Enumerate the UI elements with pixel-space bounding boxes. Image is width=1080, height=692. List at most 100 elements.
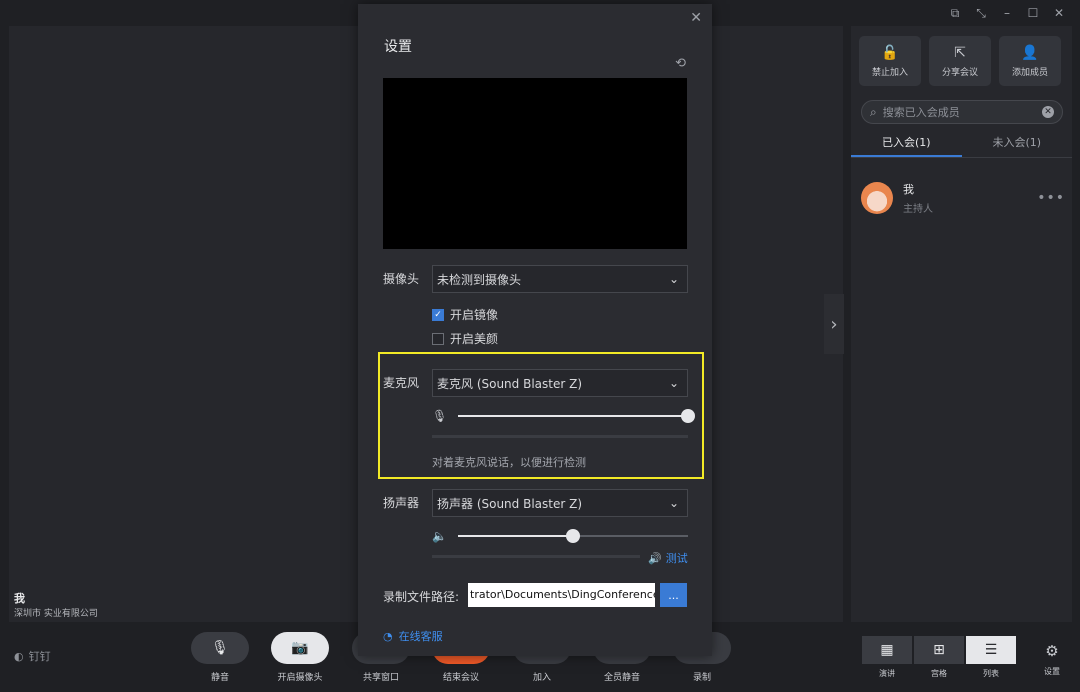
camera-select[interactable]: 未检测到摄像头 ⌄ xyxy=(432,265,688,293)
microphone-level-meter xyxy=(432,435,688,438)
speaker-slider-handle[interactable] xyxy=(566,529,580,543)
lock-icon: 🔓 xyxy=(881,44,899,61)
maximize-icon[interactable]: ☐ xyxy=(1026,6,1040,21)
list-item[interactable]: 我 主持人 ••• xyxy=(861,178,1065,218)
lock-meeting-button[interactable]: 🔓 禁止加入 xyxy=(859,36,921,86)
camera-off-icon: 📷 xyxy=(271,632,329,664)
window-controls: ⧉ ⤡ – ☐ ✕ xyxy=(948,6,1066,21)
browse-path-button[interactable]: ... xyxy=(660,583,687,607)
self-name: 我 xyxy=(14,592,25,605)
member-panel: 🔓 禁止加入 ⇱ 分享会议 👤 添加成员 ⌕ 搜索已入会成员 ✕ 已入会(1) … xyxy=(851,26,1072,622)
member-role: 主持人 xyxy=(903,204,933,215)
tab-joined[interactable]: 已入会(1) xyxy=(851,130,962,157)
panel-toggle-chevron-icon[interactable]: › xyxy=(824,294,844,354)
view-list-label: 列表 xyxy=(983,669,999,678)
pin-button[interactable]: ◐ 钉钉 xyxy=(14,648,51,664)
view-list-button[interactable]: ☰ 列表 xyxy=(966,636,1016,688)
list-view-icon: ☰ xyxy=(966,636,1016,664)
microphone-select-value: 麦克风 (Sound Blaster Z) xyxy=(437,376,583,391)
member-search-input[interactable]: 搜索已入会成员 xyxy=(883,104,1036,120)
camera-select-value: 未检测到摄像头 xyxy=(437,272,522,287)
speaker-volume-slider[interactable]: 🔈 xyxy=(432,528,688,544)
checkbox-checked-icon: ✓ xyxy=(432,308,444,321)
view-grid-label: 宫格 xyxy=(931,669,947,678)
mirror-label: 开启镜像 xyxy=(450,308,499,322)
speaker-icon: 🔈 xyxy=(432,529,447,543)
end-meeting-label: 结束会议 xyxy=(442,673,479,683)
clear-search-icon[interactable]: ✕ xyxy=(1042,106,1054,118)
speaker-level-meter xyxy=(432,555,640,558)
microphone-icon: 🎙 xyxy=(191,632,249,664)
camera-label: 摄像头 xyxy=(383,272,420,286)
search-icon: ⌕ xyxy=(870,104,877,119)
online-service-link[interactable]: ◔ 在线客服 xyxy=(383,628,443,644)
mirror-checkbox[interactable]: ✓ 开启镜像 xyxy=(432,306,498,323)
mute-button[interactable]: 🎙 静音 xyxy=(191,632,249,683)
close-icon[interactable]: ✕ xyxy=(1052,6,1066,21)
speaker-select[interactable]: 扬声器 (Sound Blaster Z) ⌄ xyxy=(432,489,688,517)
fullscreen-icon[interactable]: ⤡ xyxy=(974,6,988,21)
add-user-icon: 👤 xyxy=(1021,44,1039,61)
microphone-label: 麦克风 xyxy=(383,376,420,390)
speaker-slider-fill xyxy=(458,535,573,537)
chevron-down-icon: ⌄ xyxy=(668,376,679,390)
dingtalk-icon: ◐ xyxy=(14,649,24,663)
member-tabs: 已入会(1) 未入会(1) xyxy=(851,130,1072,158)
share-meeting-label: 分享会议 xyxy=(941,67,978,78)
microphone-hint: 对着麦克风说话，以便进行检测 xyxy=(432,456,586,469)
speaker-test-label: 测试 xyxy=(665,552,688,565)
speaker-test-button[interactable]: 🔊 测试 xyxy=(648,550,688,566)
camera-button[interactable]: 📷 开启摄像头 xyxy=(271,632,329,683)
gear-icon: ⚙ xyxy=(1045,642,1059,660)
member-actions: 🔓 禁止加入 ⇱ 分享会议 👤 添加成员 xyxy=(859,36,1061,86)
dialog-title: 设置 xyxy=(384,39,412,55)
record-path-input[interactable]: trator\Documents\DingConference xyxy=(468,583,655,607)
speaker-select-value: 扬声器 (Sound Blaster Z) xyxy=(437,496,583,511)
share-icon: ⇱ xyxy=(954,44,966,61)
speaker-test-icon: 🔊 xyxy=(648,551,662,565)
share-window-label: 共享窗口 xyxy=(362,673,399,683)
beauty-label: 开启美颜 xyxy=(450,332,499,346)
beauty-checkbox[interactable]: 开启美颜 xyxy=(432,330,498,347)
view-speaker-button[interactable]: ▦ 演讲 xyxy=(862,636,912,688)
settings-button[interactable]: ⚙ 设置 xyxy=(1044,642,1060,677)
add-member-label: 添加成员 xyxy=(1011,67,1048,78)
share-meeting-button[interactable]: ⇱ 分享会议 xyxy=(929,36,991,86)
mute-label: 静音 xyxy=(210,673,229,683)
member-info: 我 主持人 xyxy=(903,181,1027,215)
pip-icon[interactable]: ⧉ xyxy=(948,6,962,21)
speaker-label: 扬声器 xyxy=(383,496,420,510)
close-icon[interactable]: ✕ xyxy=(690,10,702,26)
speaker-view-icon: ▦ xyxy=(862,636,912,664)
view-grid-button[interactable]: ⊞ 宫格 xyxy=(914,636,964,688)
more-icon[interactable]: ••• xyxy=(1037,190,1065,206)
view-speaker-label: 演讲 xyxy=(879,669,895,678)
lock-meeting-label: 禁止加入 xyxy=(871,67,908,78)
chevron-down-icon: ⌄ xyxy=(668,496,679,510)
speaker-slider-track[interactable] xyxy=(458,529,688,543)
avatar xyxy=(861,182,893,214)
microphone-slider-handle[interactable] xyxy=(681,409,695,423)
microphone-select[interactable]: 麦克风 (Sound Blaster Z) ⌄ xyxy=(432,369,688,397)
camera-label: 开启摄像头 xyxy=(277,673,323,683)
settings-label: 设置 xyxy=(1044,667,1060,676)
rotate-camera-icon[interactable]: ⟲ xyxy=(675,56,686,71)
pin-label: 钉钉 xyxy=(28,650,51,663)
checkbox-unchecked-icon xyxy=(432,332,444,345)
microphone-slider-track[interactable] xyxy=(458,409,695,423)
camera-preview xyxy=(383,78,687,249)
microphone-slider-fill xyxy=(458,415,688,417)
minimize-icon[interactable]: – xyxy=(1000,6,1014,21)
mute-all-label: 全员静音 xyxy=(603,673,640,683)
member-name: 我 xyxy=(903,183,914,196)
tab-not-joined[interactable]: 未入会(1) xyxy=(962,130,1073,157)
microphone-volume-slider[interactable]: 🎙 xyxy=(432,408,695,424)
join-label: 加入 xyxy=(532,673,551,683)
record-label: 录制 xyxy=(692,673,711,683)
settings-dialog: ✕ 设置 ⟲ 摄像头 未检测到摄像头 ⌄ ✓ 开启镜像 开启美颜 麦克风 麦克风… xyxy=(358,4,712,656)
microphone-icon: 🎙 xyxy=(432,409,448,423)
member-search[interactable]: ⌕ 搜索已入会成员 ✕ xyxy=(861,100,1063,124)
record-path-label: 录制文件路径: xyxy=(383,590,460,604)
grid-view-icon: ⊞ xyxy=(914,636,964,664)
add-member-button[interactable]: 👤 添加成员 xyxy=(999,36,1061,86)
